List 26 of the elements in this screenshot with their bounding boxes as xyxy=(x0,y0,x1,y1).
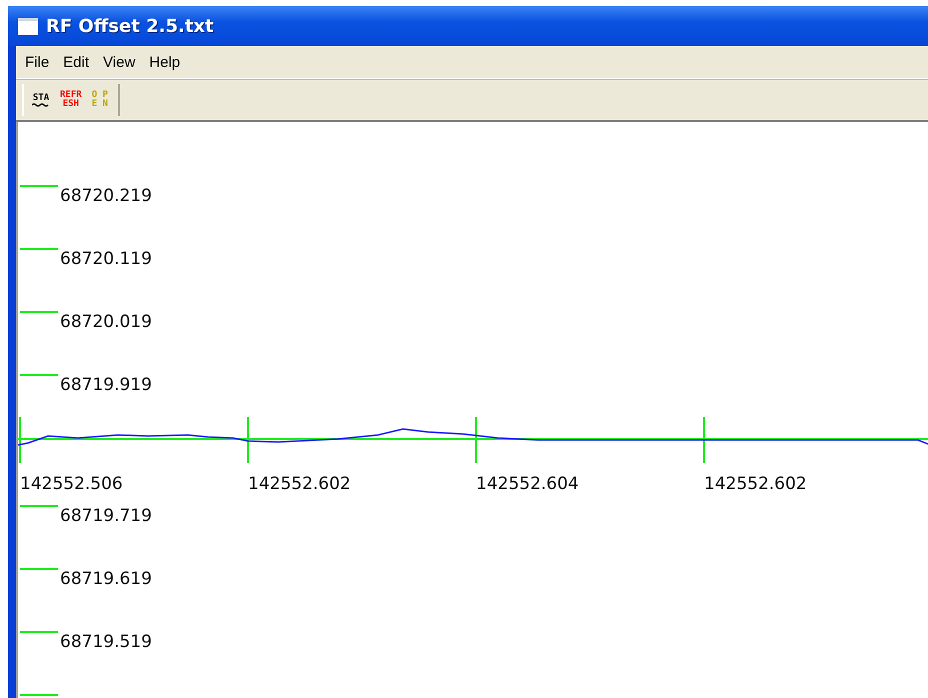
tick-mark xyxy=(20,505,58,507)
toolbar-button[interactable]: STA xyxy=(30,94,52,106)
x-axis-label: 142552.604 xyxy=(476,474,579,494)
x-axis-label: 142552.602 xyxy=(248,474,351,494)
tick-mark xyxy=(20,374,58,376)
y-axis-label: 68719.719 xyxy=(60,506,152,526)
y-axis-label: 68720.019 xyxy=(60,312,152,332)
tick-mark xyxy=(20,631,58,633)
tick-mark xyxy=(20,185,58,187)
menu-item[interactable]: File xyxy=(18,54,56,70)
y-axis-label: 68719.919 xyxy=(60,375,152,395)
window-icon xyxy=(18,18,38,34)
tick-mark xyxy=(20,568,58,570)
menu-item[interactable]: Edit xyxy=(56,54,96,70)
y-axis-label: 68719.519 xyxy=(60,632,152,652)
tick-mark xyxy=(20,248,58,250)
y-axis-label: 68720.119 xyxy=(60,249,152,269)
y-axis-label: 68719.619 xyxy=(60,569,152,589)
menu-item[interactable]: Help xyxy=(142,54,188,70)
y-axis-label: 68720.219 xyxy=(60,186,152,206)
menu-item[interactable]: View xyxy=(96,54,142,70)
tick-mark xyxy=(20,311,58,313)
x-axis-label: 142552.506 xyxy=(20,474,123,494)
x-axis-label: 142552.602 xyxy=(704,474,807,494)
tick-mark xyxy=(20,694,58,696)
window-title: RF Offset 2.5.txt xyxy=(46,16,214,36)
